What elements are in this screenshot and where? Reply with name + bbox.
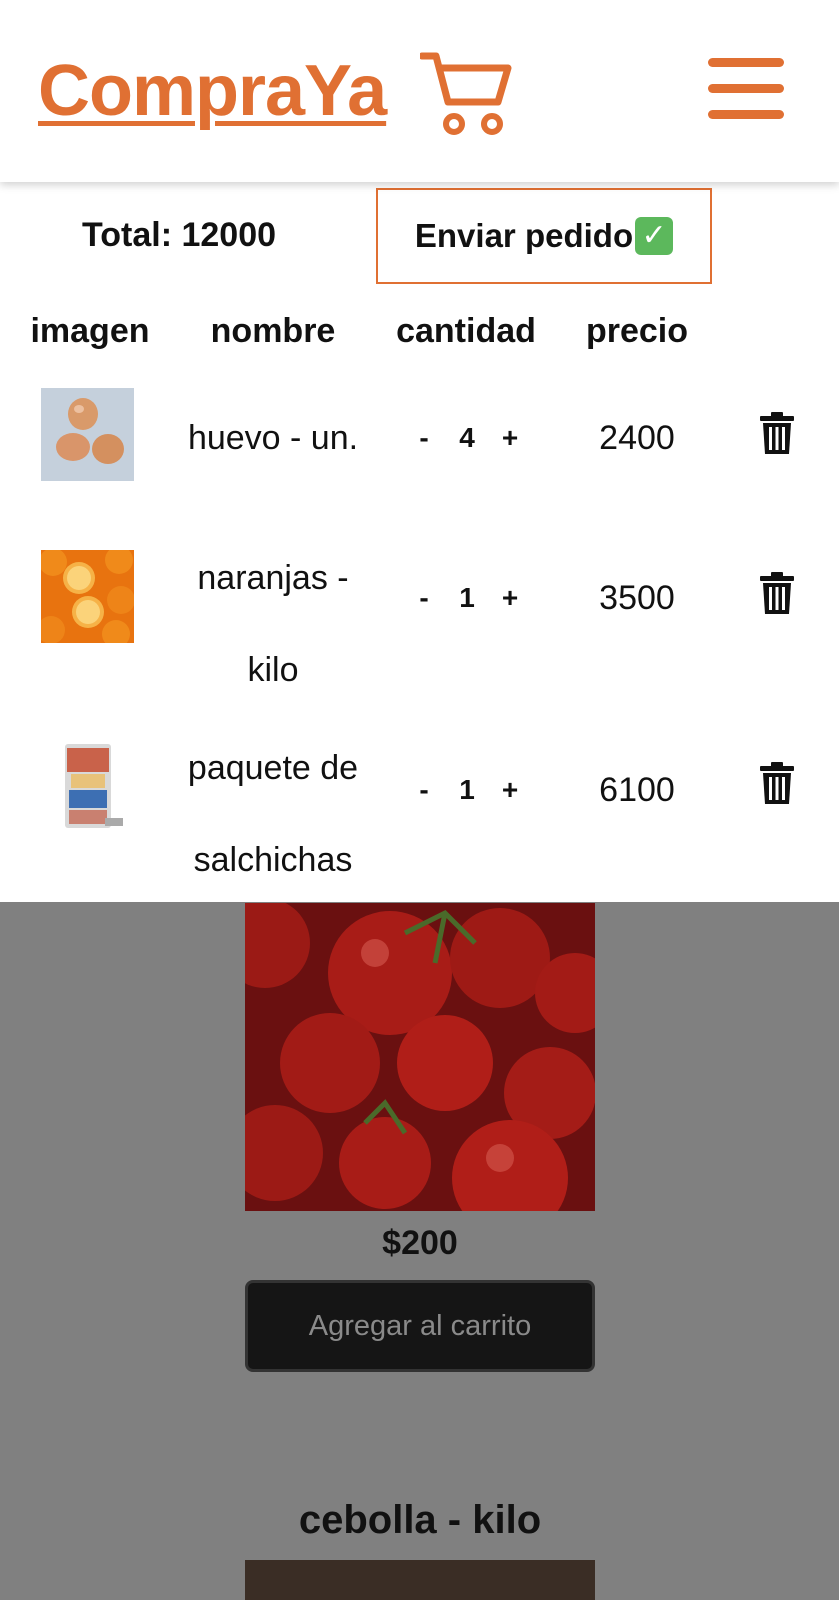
cart-row: huevo - un. - 4 + 2400 (0, 382, 839, 522)
column-header-name: nombre (210, 312, 336, 350)
top-navbar: CompraYa (0, 0, 839, 182)
item-price: 3500 (599, 579, 675, 617)
check-mark-icon: ✓ (635, 217, 674, 255)
increase-quantity-button[interactable]: + (498, 422, 522, 454)
onion-photo (245, 1560, 595, 1600)
trash-icon[interactable] (760, 572, 794, 614)
item-price: 6100 (599, 771, 675, 809)
menu-icon[interactable] (708, 58, 784, 120)
decrease-quantity-button[interactable]: - (412, 774, 436, 806)
trash-icon[interactable] (760, 762, 794, 804)
quantity-value: 1 (459, 774, 475, 805)
cart-total: Total: 12000 (82, 216, 277, 254)
item-name: naranjas - kilo (197, 559, 349, 689)
increase-quantity-button[interactable]: + (498, 582, 522, 614)
sausage-pack-photo (41, 740, 134, 833)
increase-quantity-button[interactable]: + (498, 774, 522, 806)
quantity-value: 1 (459, 582, 475, 613)
oranges-photo (41, 550, 134, 643)
item-price: 2400 (599, 419, 675, 457)
quantity-value: 4 (459, 422, 475, 453)
column-header-quantity: cantidad (396, 312, 536, 350)
product-price: $200 (382, 1224, 458, 1262)
column-header-price: precio (585, 312, 689, 350)
eggs-photo (41, 388, 134, 481)
quantity-stepper: - 1 + (412, 582, 522, 614)
item-name: paquete de salchichas (187, 749, 359, 879)
column-header-image: imagen (30, 312, 150, 350)
trash-icon[interactable] (760, 412, 794, 454)
item-name: huevo - un. (187, 419, 359, 457)
send-order-button[interactable]: Enviar pedido ✓ (376, 188, 712, 284)
decrease-quantity-button[interactable]: - (412, 582, 436, 614)
quantity-stepper: - 4 + (412, 422, 522, 454)
tomatoes-photo (245, 903, 595, 1211)
product-title: cebolla - kilo (298, 1498, 542, 1542)
quantity-stepper: - 1 + (412, 774, 522, 806)
cart-icon[interactable] (420, 52, 512, 138)
decrease-quantity-button[interactable]: - (412, 422, 436, 454)
cart-panel: Total: 12000 Enviar pedido ✓ imagen nombr… (0, 182, 839, 902)
brand-logo-link[interactable]: CompraYa (38, 50, 387, 132)
add-to-cart-button[interactable]: Agregar al carrito (245, 1280, 595, 1372)
cart-row: naranjas - kilo - 1 + 3500 (0, 532, 839, 712)
send-order-label: Enviar pedido (414, 217, 634, 254)
cart-row: paquete de salchichas - 1 + 6100 (0, 722, 839, 902)
